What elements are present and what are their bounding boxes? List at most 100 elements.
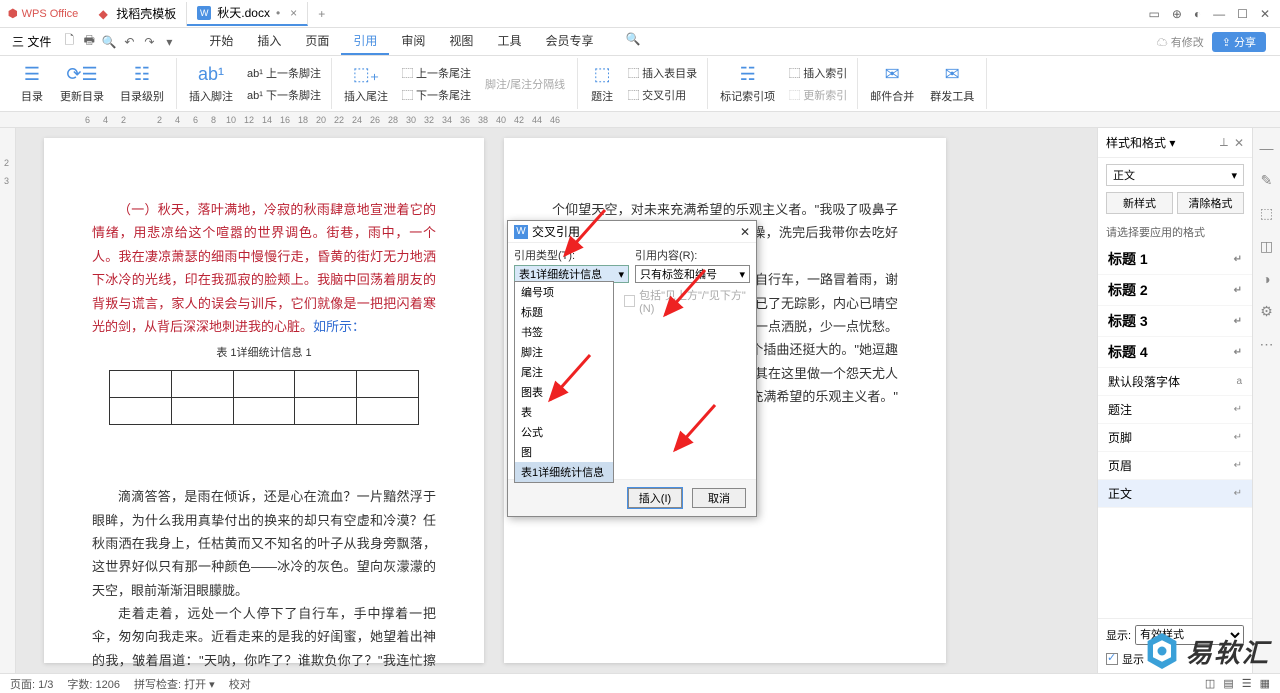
insert-footnote-button[interactable]: ab¹插入脚注 [183,58,239,109]
mass-send-button[interactable]: ✉群发工具 [924,58,980,109]
dropdown-icon[interactable]: ▾ [161,34,177,50]
style-item[interactable]: 正文↵ [1098,480,1252,508]
cross-reference-button[interactable]: ⬚ 交叉引用 [624,85,701,105]
tab-vip[interactable]: 会员专享 [533,28,605,55]
dropdown-option[interactable]: 图表 [515,382,613,402]
horizontal-ruler[interactable]: 642 2468 10121416 18202224 26283032 3436… [0,112,1280,128]
mark-index-button[interactable]: ☵标记索引项 [714,58,781,109]
style-item[interactable]: 页眉↵ [1098,452,1252,480]
gear-icon[interactable]: ⚙ [1260,303,1273,320]
show-style-checkbox[interactable] [1106,653,1118,665]
close-window-icon[interactable]: ✕ [1260,7,1270,21]
search-icon[interactable]: 🔍 [613,28,652,55]
web-icon[interactable]: ▦ [1260,677,1270,690]
close-panel-icon[interactable]: ✕ [1234,136,1244,150]
dialog-close-icon[interactable]: ✕ [740,225,750,239]
dropdown-option[interactable]: 编号项 [515,282,613,302]
current-style-select[interactable]: 正文 ▾ [1106,164,1244,186]
new-style-button[interactable]: 新样式 [1106,192,1173,214]
globe-icon[interactable]: ⊕ [1172,7,1182,21]
preview-icon[interactable]: 🔍 [101,34,117,50]
word-count[interactable]: 字数: 1206 [67,676,120,692]
tab-page[interactable]: 页面 [293,28,341,55]
tab-reference[interactable]: 引用 [341,28,389,55]
collapse-icon[interactable]: — [1260,140,1274,156]
style-item[interactable]: 标题 1↵ [1098,244,1252,275]
vertical-ruler[interactable]: 2 3 [0,128,16,673]
select-icon[interactable]: ⬚ [1260,205,1273,222]
more-icon[interactable]: ⋯ [1260,336,1274,353]
tab-start[interactable]: 开始 [197,28,245,55]
style-item[interactable]: 页脚↵ [1098,424,1252,452]
next-footnote-button[interactable]: ab¹ 下一条脚注 [243,85,325,105]
add-tab-button[interactable]: + [308,7,335,21]
proof-status[interactable]: 校对 [229,676,251,692]
page-indicator[interactable]: 页面: 1/3 [10,676,53,692]
redo-icon[interactable]: ↷ [141,34,157,50]
dropdown-option[interactable]: 表 [515,402,613,422]
tab-tools[interactable]: 工具 [485,28,533,55]
caption-button[interactable]: ⬚题注 [584,58,620,109]
mail-merge-button[interactable]: ✉邮件合并 [864,58,920,109]
modified-dot: • [276,6,280,20]
insert-button[interactable]: 插入(I) [628,488,682,508]
share-button[interactable]: ⇪ 分享 [1212,32,1266,52]
spell-check-status[interactable]: 拼写检查: 打开 ▾ [134,676,215,692]
next-endnote-button[interactable]: ⬚ 下一条尾注 [398,85,475,105]
toc-icon: ☰ [20,64,44,86]
send-icon: ✉ [940,64,964,86]
avatar-icon[interactable]: ◐ [1194,7,1201,21]
ref-content-combo[interactable]: 只有标签和编号 ▾ [635,265,750,283]
insert-index-button[interactable]: ⬚ 插入索引 [785,63,851,83]
window-icon[interactable]: ▭ [1149,7,1160,21]
clear-format-button[interactable]: 清除格式 [1177,192,1244,214]
style-item[interactable]: 标题 3↵ [1098,306,1252,337]
insert-endnote-button[interactable]: ⬚₊插入尾注 [338,58,394,109]
tab-template[interactable]: ◆ 找稻壳模板 [86,2,187,26]
update-toc-button[interactable]: ⟳☰更新目录 [54,58,110,109]
maximize-icon[interactable]: ☐ [1237,7,1248,21]
undo-icon[interactable]: ↶ [121,34,137,50]
dropdown-option[interactable]: 表1详细统计信息 [515,462,613,482]
style-item[interactable]: 题注↵ [1098,396,1252,424]
pen-icon[interactable]: ✎ [1261,172,1273,189]
palette-icon[interactable]: ◑ [1262,271,1270,287]
print-icon[interactable]: 🖶 [81,34,97,50]
dropdown-option[interactable]: 图 [515,442,613,462]
update-index-button[interactable]: ⬚ 更新索引 [785,85,851,105]
dropdown-option[interactable]: 公式 [515,422,613,442]
tab-review[interactable]: 审阅 [389,28,437,55]
cancel-button[interactable]: 取消 [692,488,746,508]
minimize-icon[interactable]: — [1213,7,1225,21]
dropdown-option[interactable]: 脚注 [515,342,613,362]
tab-document[interactable]: W 秋天.docx • × [187,2,308,26]
tab-view[interactable]: 视图 [437,28,485,55]
style-item[interactable]: 标题 2↵ [1098,275,1252,306]
cloud-status[interactable]: ☁ 有修改 [1157,34,1204,50]
toc-button[interactable]: ☰目录 [14,58,50,109]
pin-icon[interactable]: ⟂ [1220,135,1228,150]
separator-button[interactable]: 脚注/尾注分隔线 [479,58,571,109]
dialog-title-bar[interactable]: W 交叉引用 ✕ [508,221,756,243]
close-icon[interactable]: × [290,6,297,20]
data-table[interactable] [109,370,419,425]
tab-insert[interactable]: 插入 [245,28,293,55]
dropdown-option[interactable]: 尾注 [515,362,613,382]
file-menu[interactable]: 三 文件 [6,31,57,52]
dropdown-option[interactable]: 标题 [515,302,613,322]
dropdown-option[interactable]: 书签 [515,322,613,342]
insert-table-toc-button[interactable]: ⬚ 插入表目录 [624,63,701,83]
save-icon[interactable]: 🗋 [61,34,77,50]
include-checkbox[interactable] [624,295,635,307]
dropdown-icon: ▾ [618,268,624,281]
cross-ref-link[interactable]: 如所示： [313,319,365,334]
view-mode-icon[interactable]: ◫ [1205,677,1215,690]
style-item[interactable]: 标题 4↵ [1098,337,1252,368]
outline-icon[interactable]: ☰ [1242,677,1252,690]
prev-footnote-button[interactable]: ab¹ 上一条脚注 [243,63,325,83]
prev-endnote-button[interactable]: ⬚ 上一条尾注 [398,63,475,83]
toc-level-button[interactable]: ☷目录级别 [114,58,170,109]
eraser-icon[interactable]: ◫ [1260,238,1273,255]
style-item[interactable]: 默认段落字体a [1098,368,1252,396]
reading-icon[interactable]: ▤ [1223,677,1233,690]
